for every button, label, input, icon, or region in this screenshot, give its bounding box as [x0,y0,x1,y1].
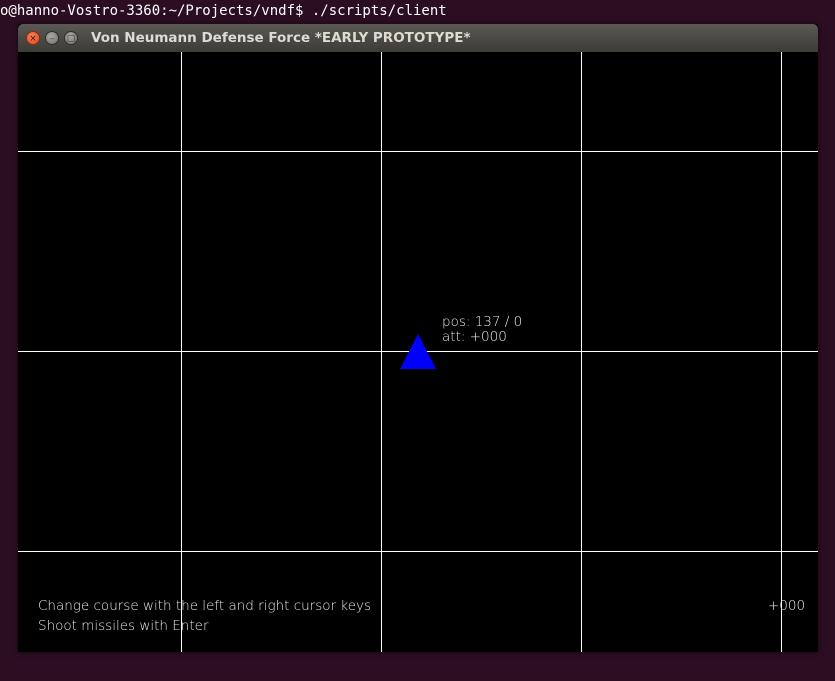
instruction-steer: Change course with the left and right cu… [38,598,372,614]
window-maximize-button[interactable]: □ [64,31,78,45]
grid-line-vertical [781,52,782,652]
ship-attitude-label: att: +000 [442,329,507,345]
game-canvas[interactable]: pos: 137 / 0 att: +000 Change course wit… [18,52,818,652]
window-minimize-button[interactable]: – [45,31,59,45]
grid-line-vertical [381,52,382,652]
window-title: Von Neumann Defense Force *EARLY PROTOTY… [91,30,471,46]
game-window: × – □ Von Neumann Defense Force *EARLY P… [18,24,818,652]
close-icon: × [29,34,37,44]
grid-line-vertical [581,52,582,652]
player-ship-icon [400,334,436,369]
instruction-shoot: Shoot missiles with Enter [38,618,209,634]
heading-readout: +000 [768,598,806,614]
minimize-icon: – [49,34,55,44]
grid-line-horizontal [18,551,818,552]
terminal-prompt-line: o@hanno-Vostro-3360:~/Projects/vndf$ ./s… [0,3,447,19]
ship-position-label: pos: 137 / 0 [442,314,523,330]
grid-line-vertical [181,52,182,652]
maximize-icon: □ [66,34,76,44]
grid-line-horizontal [18,151,818,152]
window-titlebar[interactable]: × – □ Von Neumann Defense Force *EARLY P… [18,24,818,52]
window-close-button[interactable]: × [26,31,40,45]
